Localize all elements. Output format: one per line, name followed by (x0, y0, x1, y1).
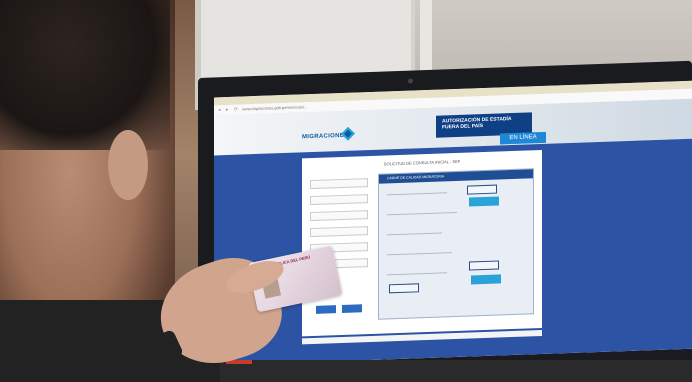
mockup-line (387, 252, 452, 256)
site-body: SOLICITUD DE CONSULTA INICIAL - SEF CARN… (214, 138, 692, 366)
screen: ◂ ▸ ⟳ www.migraciones.gob.pe/servicios/.… (214, 80, 692, 366)
mockup-callout (469, 196, 499, 207)
webcam (408, 78, 413, 84)
mockup-callout (467, 184, 497, 195)
person-hair (0, 0, 170, 150)
photo-scene: ◂ ▸ ⟳ www.migraciones.gob.pe/servicios/.… (0, 0, 692, 382)
form-field[interactable] (310, 194, 368, 206)
form-card: SOLICITUD DE CONSULTA INICIAL - SEF CARN… (302, 149, 542, 337)
mockup-callout (471, 274, 501, 285)
mockup-header: CARNÉ DE CALIDAD MIGRATORIA (379, 169, 533, 184)
mockup-line (387, 232, 442, 236)
logo-mark-icon (341, 126, 355, 141)
mockup-line (387, 192, 447, 196)
desk (200, 360, 692, 382)
mockup-callout (469, 260, 499, 271)
form-field[interactable] (310, 210, 368, 222)
form-button[interactable] (316, 305, 336, 314)
document-mockup: CARNÉ DE CALIDAD MIGRATORIA (378, 168, 534, 320)
form-title: SOLICITUD DE CONSULTA INICIAL - SEF (383, 158, 461, 167)
form-button[interactable] (342, 304, 362, 313)
person-ear (108, 130, 148, 200)
mockup-line (387, 211, 457, 216)
nav-buttons-icon[interactable]: ◂ ▸ ⟳ (218, 107, 240, 114)
mockup-line (387, 272, 447, 276)
form-field[interactable] (310, 178, 368, 190)
form-field[interactable] (310, 226, 368, 238)
mockup-callout (389, 283, 419, 294)
banner-subtitle: EN LÍNEA (500, 131, 546, 145)
